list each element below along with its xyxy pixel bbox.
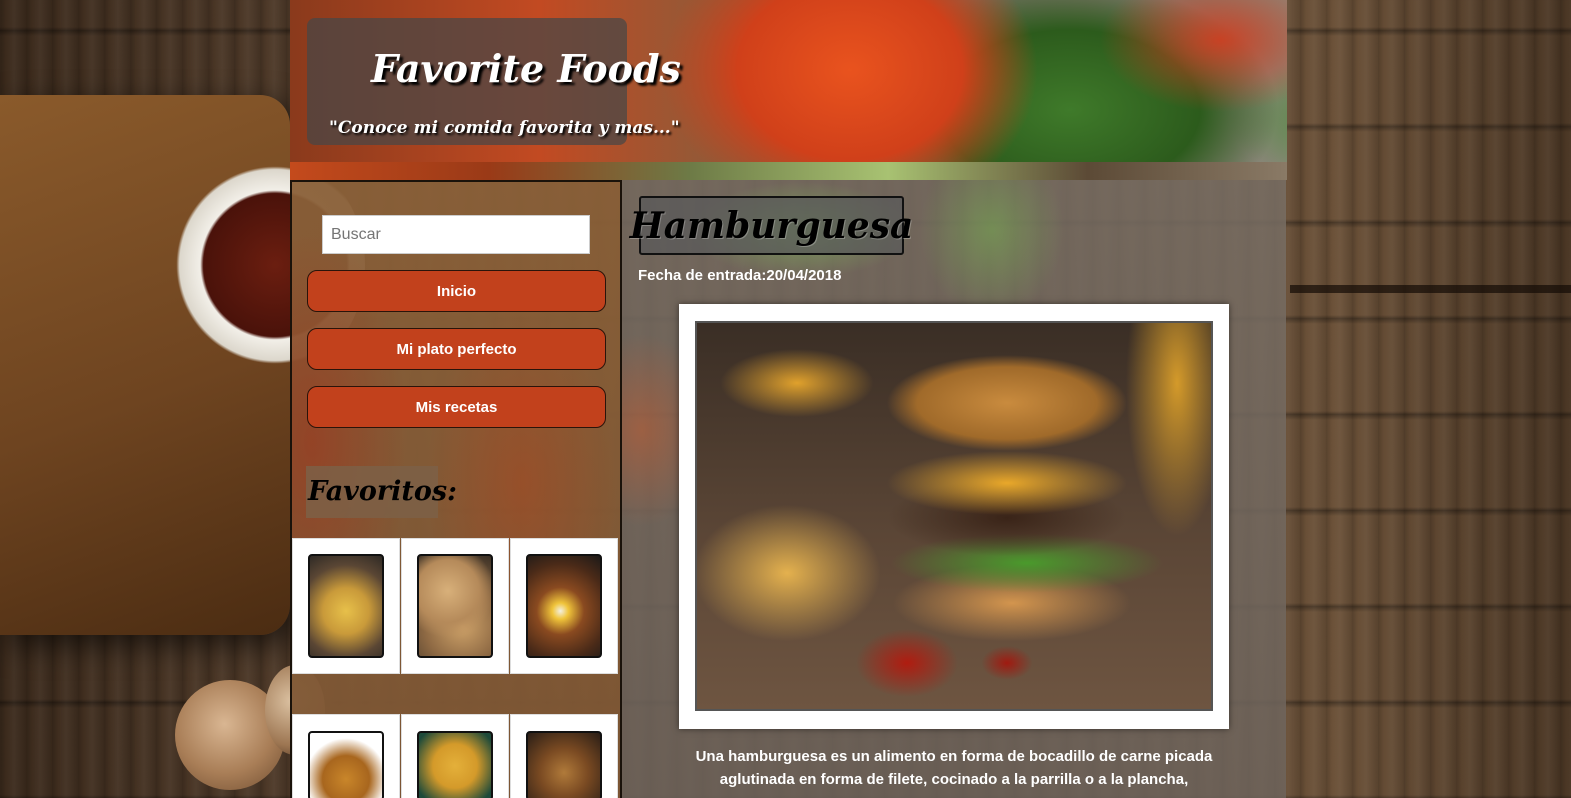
title-box: Favorite Foods "Conoce mi comida favorit…	[307, 18, 681, 145]
search-input[interactable]	[322, 215, 590, 254]
article-content: Hamburguesa Fecha de entrada:20/04/2018 …	[622, 180, 1286, 798]
bandeja-paisa-thumbnail[interactable]	[526, 554, 602, 658]
nav-button-inicio[interactable]: Inicio	[307, 270, 606, 312]
article-title-box: Hamburguesa	[630, 196, 913, 255]
fried-snacks-thumbnail[interactable]	[417, 731, 493, 798]
steak-dish-thumbnail[interactable]	[526, 731, 602, 798]
sidebar: Inicio Mi plato perfecto Mis recetas Fav…	[290, 180, 622, 798]
entry-date: Fecha de entrada:20/04/2018	[638, 267, 842, 284]
favorite-item[interactable]	[401, 714, 509, 798]
favorites-heading: Favoritos:	[306, 466, 457, 518]
nav-button-mi-plato-perfecto[interactable]: Mi plato perfecto	[307, 328, 606, 370]
wood-plank-seam	[1290, 285, 1571, 293]
article-photo-frame	[679, 304, 1229, 729]
site-title: Favorite Foods	[371, 46, 681, 91]
nav-button-mis-recetas[interactable]: Mis recetas	[307, 386, 606, 428]
favorite-item[interactable]	[401, 538, 509, 674]
favorite-item[interactable]	[292, 714, 400, 798]
roast-chicken-thumbnail[interactable]	[308, 731, 384, 798]
site-subtitle: "Conoce mi comida favorita y mas..."	[329, 118, 680, 138]
article-description: Una hamburguesa es un alimento en forma …	[695, 748, 1213, 788]
site-header: Favorite Foods "Conoce mi comida favorit…	[290, 0, 1287, 162]
article-title: Hamburguesa	[629, 204, 914, 247]
favorite-item[interactable]	[510, 538, 618, 674]
favorite-item[interactable]	[292, 538, 400, 674]
favorite-item[interactable]	[510, 714, 618, 798]
hamburger-photo	[695, 321, 1213, 711]
arepas-thumbnail[interactable]	[417, 554, 493, 658]
soup-dish-thumbnail[interactable]	[308, 554, 384, 658]
header-banner-strip	[290, 162, 1287, 180]
